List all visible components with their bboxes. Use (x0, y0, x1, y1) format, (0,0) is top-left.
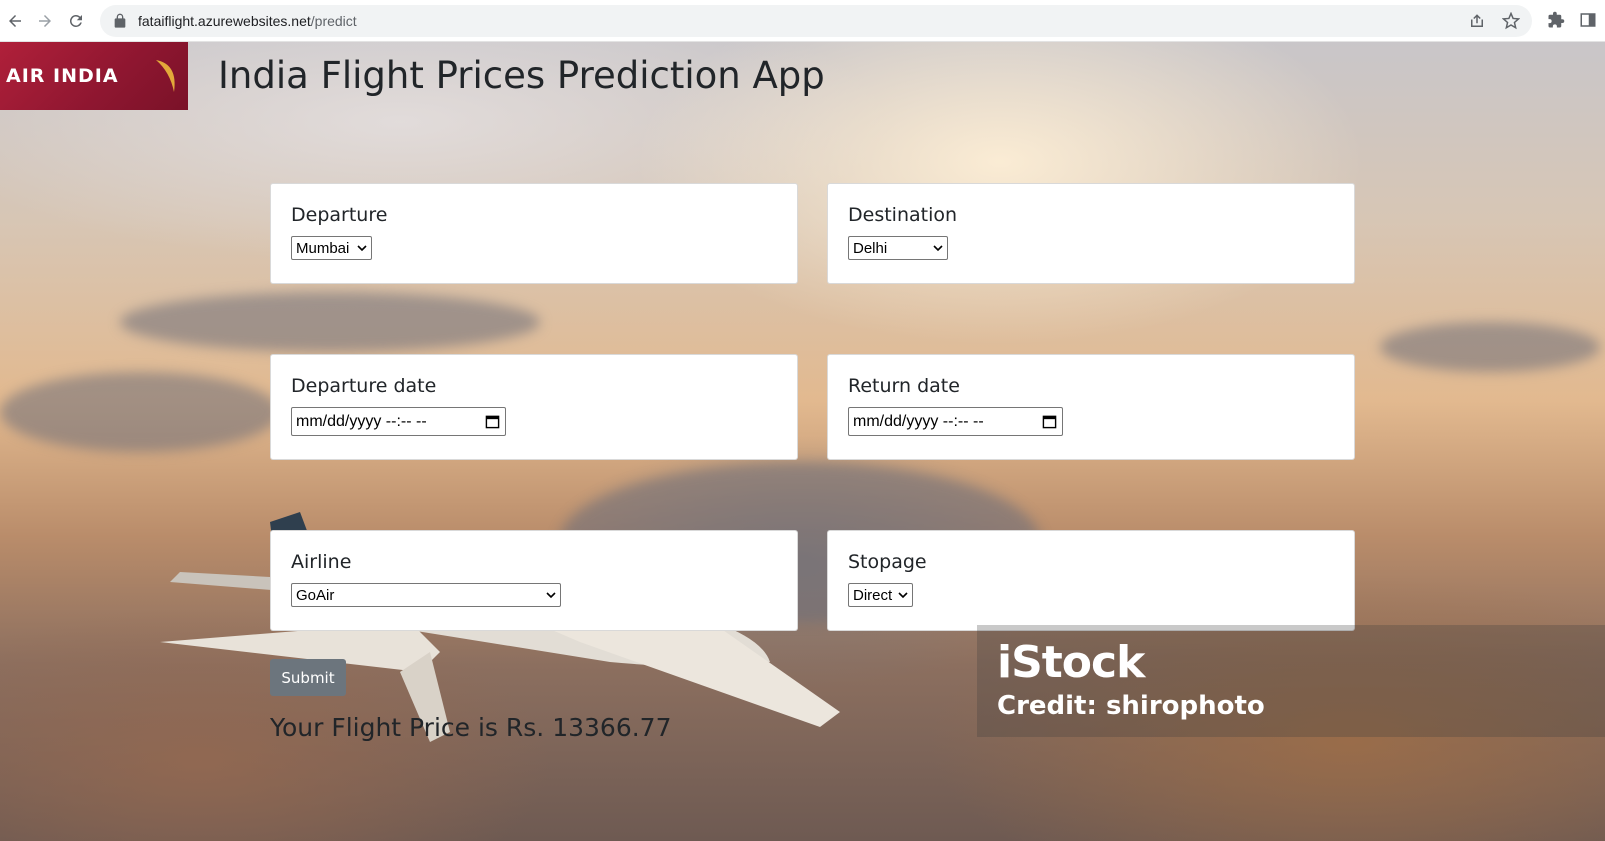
omnibox-actions (1468, 12, 1520, 30)
destination-label: Destination (848, 204, 958, 226)
extensions-icon[interactable] (1547, 11, 1565, 29)
chevron-down-icon (357, 245, 367, 252)
destination-select[interactable]: Delhi (848, 236, 948, 260)
departure-date-value: mm/dd/yyyy --:-- -- (296, 412, 427, 430)
sidebar-icon[interactable] (1579, 11, 1597, 29)
submit-button[interactable]: Submit (270, 659, 346, 696)
calendar-icon[interactable] (1042, 414, 1057, 429)
departure-label: Departure (291, 204, 388, 226)
page-background: AIR INDIA India Flight Prices Prediction… (0, 42, 1605, 841)
chevron-down-icon (898, 592, 908, 599)
page-title: India Flight Prices Prediction App (218, 54, 825, 97)
watermark-brand: iStock (997, 637, 1145, 688)
stopage-value: Direct (853, 586, 893, 604)
forward-button[interactable] (30, 6, 60, 36)
reload-icon (69, 14, 82, 27)
reload-button[interactable] (61, 6, 91, 36)
calendar-icon[interactable] (485, 414, 500, 429)
forward-arrow-icon (39, 15, 51, 27)
watermark-credit: Credit: shirophoto (997, 691, 1265, 721)
cloud-decoration (120, 292, 540, 352)
departure-date-card: Departure date mm/dd/yyyy --:-- -- (270, 354, 798, 460)
address-bar[interactable]: fataiflight.azurewebsites.net/predict (100, 5, 1532, 37)
stopage-card: Stopage Direct (827, 530, 1355, 631)
departure-date-input[interactable]: mm/dd/yyyy --:-- -- (291, 407, 506, 436)
star-icon[interactable] (1502, 12, 1520, 30)
departure-select[interactable]: Mumbai (291, 236, 372, 260)
airline-select[interactable]: GoAir (291, 583, 561, 607)
return-date-input[interactable]: mm/dd/yyyy --:-- -- (848, 407, 1063, 436)
stopage-label: Stopage (848, 551, 927, 573)
url-host: fataiflight.azurewebsites.net (138, 13, 311, 29)
browser-toolbar: fataiflight.azurewebsites.net/predict (0, 0, 1605, 42)
stopage-select[interactable]: Direct (848, 583, 913, 607)
destination-value: Delhi (853, 239, 888, 257)
back-button[interactable] (0, 6, 30, 36)
logo-text: AIR INDIA (6, 65, 119, 87)
chevron-down-icon (546, 592, 556, 599)
air-india-logo: AIR INDIA (0, 42, 188, 110)
chevron-down-icon (933, 245, 943, 252)
share-icon[interactable] (1468, 12, 1486, 30)
return-date-value: mm/dd/yyyy --:-- -- (853, 412, 984, 430)
destination-card: Destination Delhi (827, 183, 1355, 284)
logo-swoosh-icon (156, 60, 175, 92)
cloud-decoration (1380, 322, 1600, 372)
istock-watermark: iStock Credit: shirophoto (977, 625, 1605, 737)
cloud-decoration (0, 372, 280, 452)
toolbar-actions (1547, 11, 1597, 29)
departure-value: Mumbai (296, 239, 350, 257)
prediction-result: Your Flight Price is Rs. 13366.77 (270, 713, 672, 742)
return-date-label: Return date (848, 375, 960, 397)
url-path: /predict (310, 13, 357, 29)
airline-value: GoAir (296, 586, 335, 604)
lock-icon (114, 13, 126, 28)
return-date-card: Return date mm/dd/yyyy --:-- -- (827, 354, 1355, 460)
back-arrow-icon (9, 15, 21, 27)
airline-label: Airline (291, 551, 352, 573)
departure-date-label: Departure date (291, 375, 437, 397)
airline-card: Airline GoAir (270, 530, 798, 631)
departure-card: Departure Mumbai (270, 183, 798, 284)
